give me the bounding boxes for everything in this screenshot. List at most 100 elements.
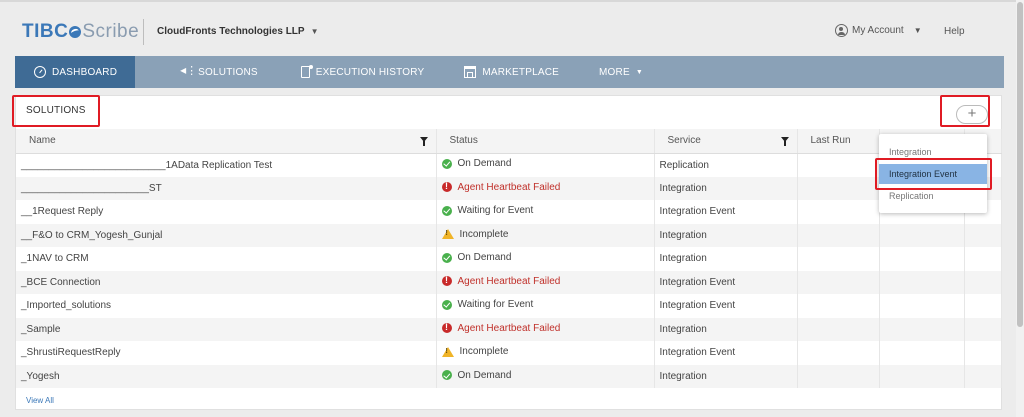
share-icon <box>180 63 197 78</box>
solution-status: Agent Heartbeat Failed <box>436 176 655 200</box>
solution-last-run <box>797 317 880 341</box>
solution-service: Integration <box>654 223 798 247</box>
solution-service: Integration Event <box>654 341 798 365</box>
top-header: TIBC Scribe CloudFronts Technologies LLP ▼… <box>0 0 1019 56</box>
check-circle-icon <box>441 205 452 216</box>
org-selector[interactable]: CloudFronts Technologies LLP ▼ <box>157 26 319 37</box>
solution-name[interactable]: __________________________1AData Replica… <box>16 153 437 177</box>
col-header-last-run[interactable]: Last Run <box>797 129 880 154</box>
blank-cell <box>879 341 965 365</box>
check-circle-icon <box>441 158 452 169</box>
funnel-icon[interactable] <box>780 137 789 146</box>
nav-execution-history[interactable]: EXECUTION HISTORY <box>300 56 425 88</box>
table-row[interactable]: _ShrustiRequestReply Incomplete Integrat… <box>16 341 1002 365</box>
user-icon <box>835 24 848 37</box>
scrollbar-thumb[interactable] <box>1017 2 1023 327</box>
table-row[interactable]: __F&O to CRM_Yogesh_Gunjal Incomplete In… <box>16 223 1002 247</box>
solution-service: Integration <box>654 247 798 271</box>
account-caret-icon: ▼ <box>913 26 922 35</box>
check-circle-icon <box>441 370 452 380</box>
solution-status: On Demand <box>436 364 655 388</box>
annotation-box-add-button <box>940 95 990 127</box>
solution-service: Integration Event <box>654 294 798 318</box>
solution-name[interactable]: _Yogesh <box>16 364 437 388</box>
my-account-menu[interactable]: My Account ▼ <box>835 24 922 37</box>
solution-name[interactable]: _______________________ST <box>16 176 437 200</box>
blank-cell <box>964 341 1002 365</box>
nav-solutions[interactable]: SOLUTIONS <box>180 56 258 88</box>
blank-cell <box>964 364 1002 388</box>
nav-more[interactable]: MORE ▼ <box>599 56 643 88</box>
solution-name[interactable]: _1NAV to CRM <box>16 247 437 271</box>
solution-service: Integration <box>654 317 798 341</box>
solution-service: Integration Event <box>654 200 798 224</box>
warning-icon <box>441 346 454 357</box>
solutions-panel: SOLUTIONS + Name Status Service Last Run… <box>15 95 1002 410</box>
solutions-table: Name Status Service Last Run ___________… <box>16 129 1002 388</box>
tibco-scribe-logo[interactable]: TIBC Scribe <box>22 21 139 43</box>
solution-status: Waiting for Event <box>436 200 655 224</box>
blank-cell <box>964 294 1002 318</box>
solution-status: Agent Heartbeat Failed <box>436 270 655 294</box>
solution-name[interactable]: _Imported_solutions <box>16 294 437 318</box>
blank-cell <box>964 317 1002 341</box>
solution-name[interactable]: __F&O to CRM_Yogesh_Gunjal <box>16 223 437 247</box>
more-caret-icon: ▼ <box>635 68 643 76</box>
table-row[interactable]: _______________________ST Agent Heartbea… <box>16 176 1002 200</box>
error-icon <box>441 275 452 286</box>
table-row[interactable]: __________________________1AData Replica… <box>16 153 1002 177</box>
solution-last-run <box>797 364 880 388</box>
col-header-service[interactable]: Service <box>654 129 798 154</box>
blank-cell <box>879 247 965 271</box>
table-row[interactable]: _BCE Connection Agent Heartbeat Failed I… <box>16 270 1002 294</box>
solution-name[interactable]: __1Request Reply <box>16 200 437 224</box>
blank-cell <box>879 317 965 341</box>
table-row[interactable]: _1NAV to CRM On Demand Integration <box>16 247 1002 271</box>
table-row[interactable]: _Imported_solutions Waiting for Event In… <box>16 294 1002 318</box>
col-header-name[interactable]: Name <box>16 129 437 154</box>
error-icon <box>441 181 452 192</box>
table-row[interactable]: _Yogesh On Demand Integration <box>16 364 1002 388</box>
blank-cell <box>879 223 965 247</box>
gauge-icon <box>34 66 46 78</box>
table-row[interactable]: _Sample Agent Heartbeat Failed Integrati… <box>16 317 1002 341</box>
nav-dashboard[interactable]: DASHBOARD <box>15 56 136 88</box>
warning-icon <box>441 229 454 239</box>
solution-service: Replication <box>654 153 798 177</box>
header-divider <box>143 19 144 45</box>
solution-last-run <box>797 270 880 294</box>
solution-last-run <box>797 176 880 200</box>
solution-last-run <box>797 200 880 224</box>
nav-marketplace[interactable]: MARKETPLACE <box>464 56 559 88</box>
account-label: My Account <box>852 25 904 36</box>
blank-cell <box>964 270 1002 294</box>
solution-service: Integration <box>654 176 798 200</box>
solution-name[interactable]: _BCE Connection <box>16 270 437 294</box>
solution-name[interactable]: _Sample <box>16 317 437 341</box>
solution-name[interactable]: _ShrustiRequestReply <box>16 341 437 365</box>
annotation-box-solutions-title <box>12 95 100 127</box>
blank-cell <box>879 364 965 388</box>
funnel-icon[interactable] <box>419 137 428 146</box>
check-circle-icon <box>441 299 452 310</box>
error-icon <box>441 322 452 333</box>
solution-last-run <box>797 223 880 247</box>
org-name: CloudFronts Technologies LLP <box>157 26 305 37</box>
solution-status: Incomplete <box>436 223 655 247</box>
solution-service: Integration <box>654 364 798 388</box>
blank-cell <box>879 270 965 294</box>
table-row[interactable]: __1Request Reply Waiting for Event Integ… <box>16 200 1002 224</box>
solution-status: On Demand <box>436 153 655 177</box>
page-scrollbar[interactable] <box>1016 0 1024 417</box>
solution-last-run <box>797 247 880 271</box>
main-nav: DASHBOARD SOLUTIONS EXECUTION HISTORY MA… <box>15 56 1004 88</box>
logo-ball-icon <box>69 26 82 38</box>
solution-status: Waiting for Event <box>436 294 655 318</box>
annotation-box-integration-event <box>875 158 992 190</box>
col-header-status[interactable]: Status <box>436 129 655 154</box>
solution-status: On Demand <box>436 247 655 271</box>
solution-service: Integration Event <box>654 270 798 294</box>
view-all-link[interactable]: View All <box>26 396 54 405</box>
help-link[interactable]: Help <box>944 26 965 37</box>
blank-cell <box>879 294 965 318</box>
